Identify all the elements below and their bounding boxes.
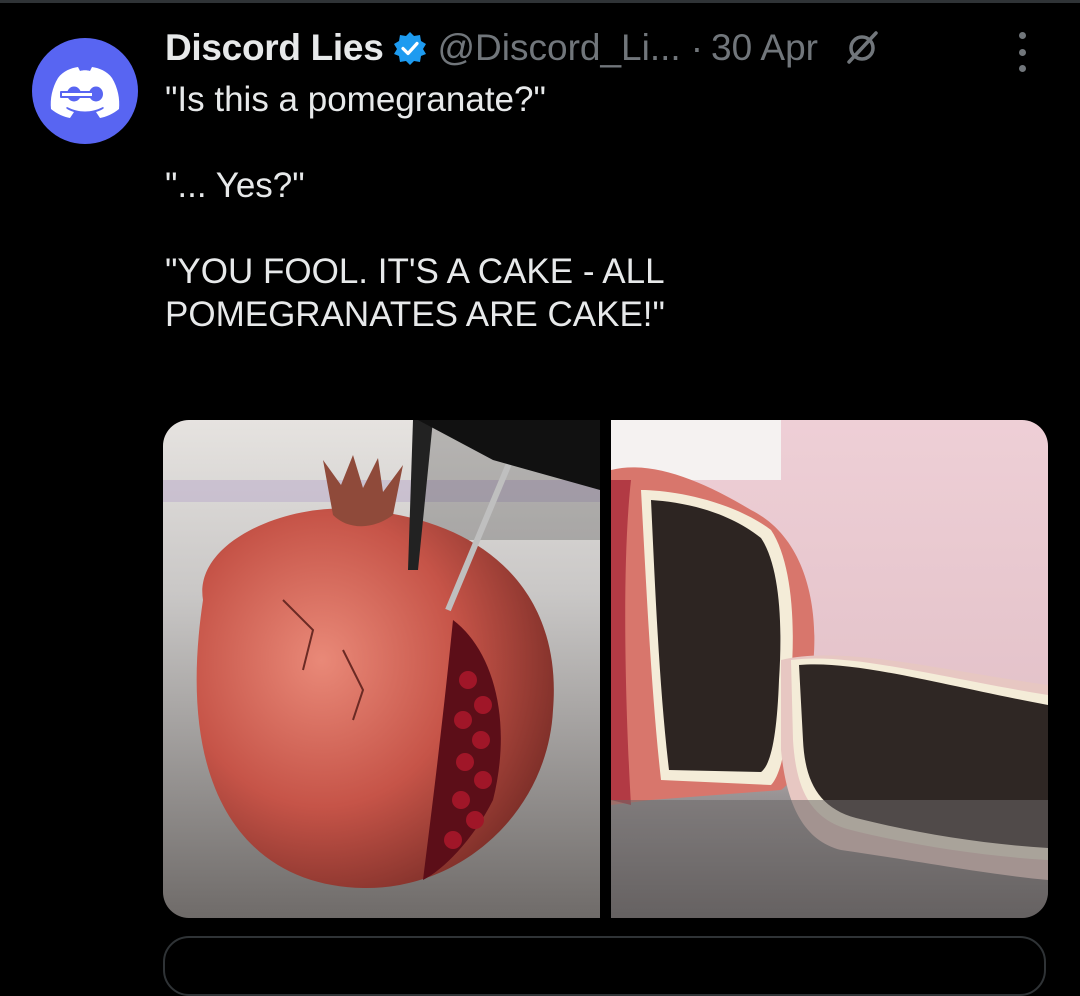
tweet-date[interactable]: 30 Apr — [711, 27, 818, 69]
more-options-icon[interactable] — [1012, 32, 1032, 72]
discord-logo-icon — [50, 67, 120, 118]
pomegranate-cake-cut-photo[interactable] — [611, 420, 1048, 918]
pomegranate-whole-photo[interactable] — [163, 420, 600, 918]
more-dot — [1018, 48, 1026, 56]
top-divider — [0, 0, 1080, 3]
tweet-body: "Is this a pomegranate?" "... Yes?" "YOU… — [165, 78, 1025, 336]
author-avatar[interactable] — [32, 38, 138, 144]
tweet-line: "YOU FOOL. IT'S A CAKE - ALL POMEGRANATE… — [165, 252, 665, 334]
verified-badge-icon — [393, 31, 427, 65]
more-dot — [1018, 65, 1026, 72]
more-dot — [1018, 32, 1026, 39]
tweet-media — [163, 420, 1048, 918]
tweet-header: Discord Lies @Discord_Li... · 30 Apr — [165, 22, 882, 74]
tweet-line: "Is this a pomegranate?" — [165, 80, 546, 119]
grok-icon[interactable] — [842, 28, 882, 68]
tweet-line: "... Yes?" — [165, 166, 305, 205]
quote-card[interactable] — [163, 936, 1046, 996]
author-handle[interactable]: @Discord_Li... — [437, 27, 680, 69]
header-separator: · — [690, 27, 704, 68]
author-name[interactable]: Discord Lies — [165, 27, 384, 69]
